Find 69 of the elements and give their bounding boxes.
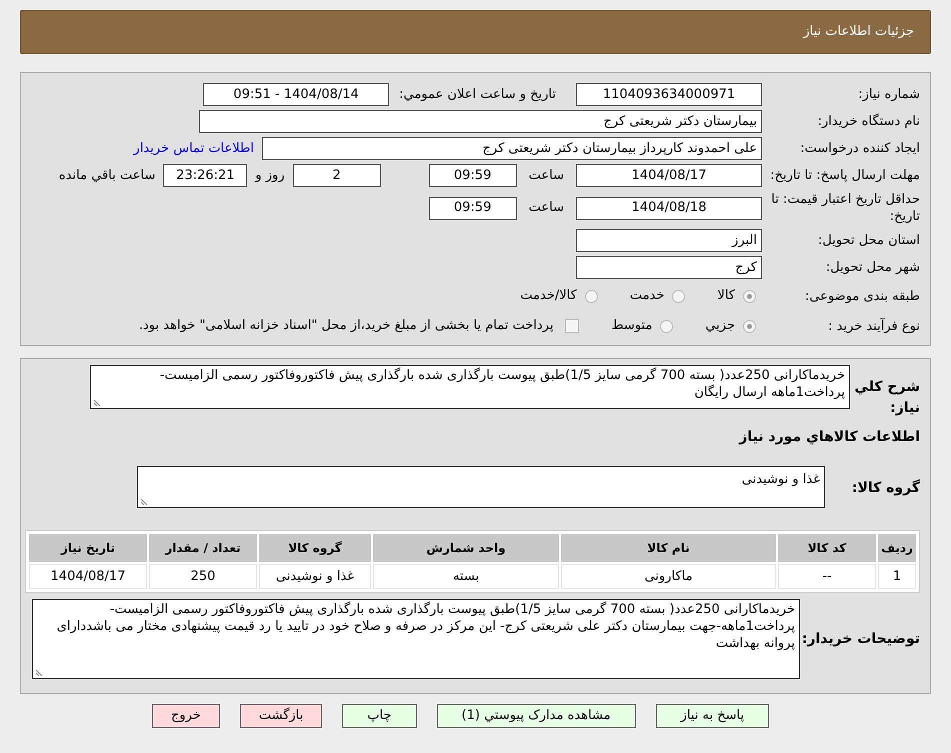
contact-link[interactable]: اطلاعات تماس خریدار: [134, 138, 254, 158]
goods-group-textarea[interactable]: غذا و نوشیدنی: [137, 466, 825, 508]
field-label: توضیحات خریدار:: [800, 630, 920, 648]
field-label: تاریخ و ساعت اعلان عمومي:: [399, 86, 556, 104]
radio-label: خدمت: [630, 287, 664, 306]
field-label: حداقل تاریخ اعتبار قیمت: تا تاریخ:: [770, 191, 920, 225]
countdown-field: 23:26:21: [163, 164, 248, 187]
table-cell: بسته: [373, 564, 559, 589]
value-field: بیمارستان دکتر شریعتی کرج: [199, 110, 762, 133]
field-label: ساعت: [528, 199, 564, 218]
notes-textarea[interactable]: خریدماکارانی 250عدد( بسته 700 گرمی سایز 1/5)طبق پیوست بارگذاری شده بارگذاری پیش فاکتوروفاکتور رسمی الزامیست- پرداخت1ماهه-جهت بیمارستان دکتر علی شریعتی کرج- این مرکز در صرفه و صلاح خود در تایید یا رد قیمت پیشنهادی مختار می باشددارای پروانه بهداشت: [32, 599, 800, 679]
field-label: ایجاد کننده درخواست:: [799, 140, 920, 157]
field-label: گروه کالا:: [850, 478, 920, 498]
resize-grip-icon: [36, 670, 42, 676]
checkbox[interactable]: [565, 319, 580, 333]
table-cell: --: [778, 564, 876, 589]
value-field: 1404/08/18: [576, 196, 762, 220]
value-field: کرج: [576, 256, 762, 279]
value-field: 1104093634000971: [576, 83, 762, 106]
value-field: 09:59: [428, 196, 517, 220]
column-header: تعداد / مقدار: [149, 534, 257, 562]
field-label: نام دستگاه خریدار:: [816, 113, 920, 130]
action-button[interactable]: چاپ: [342, 704, 416, 728]
table-cell: 250: [149, 564, 257, 589]
action-button[interactable]: پاسخ به نیاز: [656, 704, 770, 728]
value-field: 09:59: [428, 164, 517, 187]
table-cell: غذا و نوشیدنی: [259, 564, 371, 589]
column-header: گروه کالا: [259, 534, 371, 562]
field-label: مهلت ارسال پاسخ: تا تاریخ:: [769, 167, 920, 184]
summary-textarea[interactable]: خریدماکارانی 250عدد( بسته 700 گرمی سایز 1/5)طبق پیوست بارگذاری شده بارگذاری پیش فاکتوروفاکتور رسمی الزامیست- پرداخت1ماهه ارسال رایگان: [90, 365, 850, 409]
resize-grip-icon: [94, 400, 100, 406]
exit-button[interactable]: خروج: [152, 704, 220, 728]
value-field: 1404/08/14 - 09:51: [203, 83, 390, 106]
column-header: واحد شمارش: [373, 534, 559, 562]
column-header: کد کالا: [778, 534, 876, 562]
value-field: 2: [292, 164, 381, 187]
field-label: شماره نیاز:: [857, 86, 920, 103]
radio-label: جزیي: [705, 317, 735, 336]
field-label: نوع فرآیند خرید :: [827, 318, 920, 334]
action-button[interactable]: مشاهده مدارک پیوستي (1): [436, 704, 636, 728]
field-label: شهر محل تحویل:: [824, 259, 920, 276]
checkbox-label: پرداخت تمام یا بخشی از مبلغ خرید،از محل "اسناد خزانه اسلامی" خواهد بود.: [138, 317, 554, 336]
value-field: علی احمدوند کارپرداز بیمارستان دکتر شریعتی کرج: [262, 137, 762, 160]
radio-button[interactable]: [584, 290, 598, 302]
page-title: جزئیات اطلاعات نیاز: [803, 23, 914, 42]
field-label: شرح کلي نياز:: [854, 378, 920, 418]
column-header: نام کالا: [561, 534, 776, 562]
field-label: روز و: [255, 166, 285, 185]
radio-label: کالا: [717, 287, 735, 306]
exit-button[interactable]: بازگشت: [240, 704, 322, 728]
radio-label: متوسط: [611, 317, 652, 336]
field-label: ساعت باقي مانده: [58, 166, 156, 185]
section-heading: اطلاعات كالاهاي مورد نياز: [739, 428, 920, 447]
column-header: رديف: [878, 534, 916, 562]
table-cell: 1: [878, 564, 916, 589]
radio-button[interactable]: [672, 290, 686, 302]
table-cell: 1404/08/17: [29, 564, 147, 589]
radio-label: کالا/خدمت: [520, 287, 577, 306]
radio-button[interactable]: [660, 320, 674, 332]
radio-button[interactable]: [743, 290, 756, 302]
value-field: 1404/08/17: [576, 164, 762, 187]
resize-grip-icon: [141, 499, 147, 505]
table-cell: ماکارونی: [561, 564, 776, 589]
field-label: استان محل تحویل:: [817, 232, 920, 249]
column-header: تاریخ نیاز: [29, 534, 147, 562]
field-label: ساعت: [528, 166, 564, 185]
field-label: طبقه بندی موضوعی:: [804, 288, 920, 304]
radio-button[interactable]: [743, 320, 756, 332]
value-field: البرز: [576, 229, 762, 252]
